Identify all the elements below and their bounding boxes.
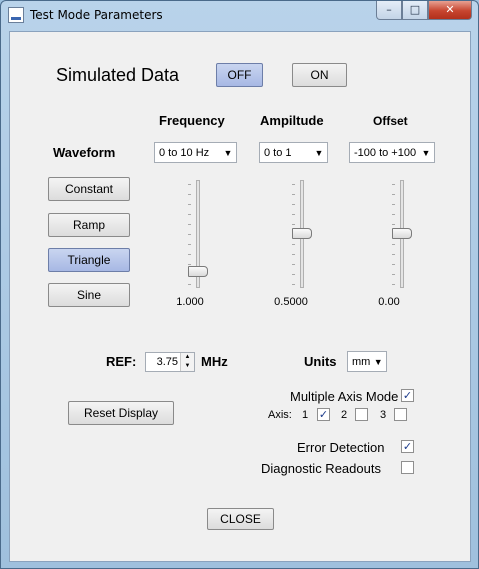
close-window-button[interactable]: ✕: [428, 1, 472, 20]
amplitude-slider-tick: [292, 184, 295, 185]
frequency-slider-tick: [188, 234, 191, 235]
offset-range-select[interactable]: -100 to +100 ▼: [349, 142, 435, 163]
frequency-header: Frequency: [159, 113, 225, 128]
waveform-ramp-button[interactable]: Ramp: [48, 213, 130, 237]
spin-arrows-icon[interactable]: ▲ ▼: [180, 353, 194, 371]
amplitude-range-value: 0 to 1: [264, 146, 292, 159]
amplitude-slider-tick: [292, 274, 295, 275]
error-detection-label: Error Detection: [297, 440, 385, 455]
offset-slider-tick: [392, 204, 395, 205]
amplitude-header: Ampiltude: [260, 113, 324, 128]
frequency-range-select[interactable]: 0 to 10 Hz ▼: [154, 142, 237, 163]
dropdown-arrow-icon: ▼: [223, 147, 233, 158]
ref-label: REF:: [106, 354, 137, 369]
frequency-slider-tick: [188, 284, 191, 285]
simulated-data-label: Simulated Data: [56, 65, 180, 85]
offset-slider-thumb[interactable]: [392, 228, 412, 239]
offset-slider-tick: [392, 194, 395, 195]
amplitude-slider-thumb[interactable]: [292, 228, 312, 239]
waveform-constant-button[interactable]: Constant: [48, 177, 130, 201]
axis-2-label: 2: [341, 409, 348, 421]
window: Test Mode Parameters – □ ✕ Simulated Dat…: [0, 0, 479, 569]
dropdown-arrow-icon: ▼: [373, 356, 383, 367]
waveform-sine-button[interactable]: Sine: [48, 283, 130, 307]
axis-label: Axis:: [268, 409, 292, 421]
waveform-label: Waveform: [53, 145, 116, 160]
offset-slider-tick: [392, 184, 395, 185]
frequency-slider-tick: [188, 204, 191, 205]
diagnostic-readouts-label: Diagnostic Readouts: [261, 461, 381, 476]
frequency-slider[interactable]: [176, 180, 216, 288]
error-detection-checkbox[interactable]: ✓: [401, 440, 414, 453]
minimize-button[interactable]: –: [376, 1, 402, 20]
ref-unit: MHz: [201, 354, 228, 369]
frequency-slider-tick: [188, 184, 191, 185]
offset-header: Offset: [373, 114, 408, 128]
offset-slider-tick: [392, 254, 395, 255]
frequency-slider-tick: [188, 194, 191, 195]
multiple-axis-checkbox[interactable]: ✓: [401, 389, 414, 402]
units-select[interactable]: mm ▼: [347, 351, 387, 372]
amplitude-slider-tick: [292, 244, 295, 245]
offset-range-value: -100 to +100: [354, 146, 417, 159]
app-icon: [8, 7, 24, 23]
diagnostic-readouts-checkbox[interactable]: [401, 461, 414, 474]
title-bar[interactable]: Test Mode Parameters – □ ✕: [1, 1, 478, 31]
dropdown-arrow-icon: ▼: [314, 147, 324, 158]
offset-slider-tick: [392, 264, 395, 265]
amplitude-slider-tick: [292, 194, 295, 195]
axis-1-checkbox[interactable]: ✓: [317, 408, 330, 421]
amplitude-range-select[interactable]: 0 to 1 ▼: [259, 142, 328, 163]
frequency-slider-tick: [188, 224, 191, 225]
offset-slider[interactable]: [380, 180, 420, 288]
ref-value: 3.75: [156, 356, 178, 368]
amplitude-slider-tick: [292, 214, 295, 215]
simulated-on-button[interactable]: ON: [292, 63, 347, 87]
waveform-triangle-button[interactable]: Triangle: [48, 248, 130, 272]
offset-slider-tick: [392, 284, 395, 285]
axis-1-label: 1: [302, 409, 309, 421]
offset-slider-tick: [392, 274, 395, 275]
frequency-slider-tick: [188, 214, 191, 215]
units-value: mm: [352, 355, 371, 368]
amplitude-slider-tick: [292, 264, 295, 265]
window-title: Test Mode Parameters: [30, 8, 163, 22]
frequency-range-value: 0 to 10 Hz: [159, 146, 210, 159]
frequency-slider-tick: [188, 264, 191, 265]
dropdown-arrow-icon: ▼: [421, 147, 431, 158]
offset-slider-tick: [392, 244, 395, 245]
frequency-slider-tick: [188, 254, 191, 255]
amplitude-slider-tick: [292, 204, 295, 205]
frequency-value: 1.000: [176, 296, 204, 308]
offset-value: 0.00: [378, 296, 400, 308]
amplitude-slider[interactable]: [280, 180, 320, 288]
axis-3-label: 3: [380, 409, 387, 421]
axis-3-checkbox[interactable]: [394, 408, 407, 421]
frequency-slider-tick: [188, 244, 191, 245]
frequency-slider-thumb[interactable]: [188, 266, 208, 277]
simulated-off-button[interactable]: OFF: [216, 63, 263, 87]
amplitude-slider-tick: [292, 284, 295, 285]
window-controls: – □ ✕: [376, 1, 472, 20]
amplitude-value: 0.5000: [274, 296, 308, 308]
amplitude-slider-tick: [292, 224, 295, 225]
offset-slider-tick: [392, 214, 395, 215]
dialog-body: Simulated Data OFF ON Frequency Ampiltud…: [9, 31, 471, 562]
amplitude-slider-tick: [292, 254, 295, 255]
offset-slider-tick: [392, 224, 395, 225]
maximize-button[interactable]: □: [402, 1, 428, 20]
axis-2-checkbox[interactable]: [355, 408, 368, 421]
ref-frequency-spinner[interactable]: 3.75 ▲ ▼: [145, 352, 195, 372]
multiple-axis-label: Multiple Axis Mode: [290, 389, 399, 404]
units-label: Units: [304, 354, 337, 369]
reset-display-button[interactable]: Reset Display: [68, 401, 174, 425]
close-button[interactable]: CLOSE: [207, 508, 274, 530]
